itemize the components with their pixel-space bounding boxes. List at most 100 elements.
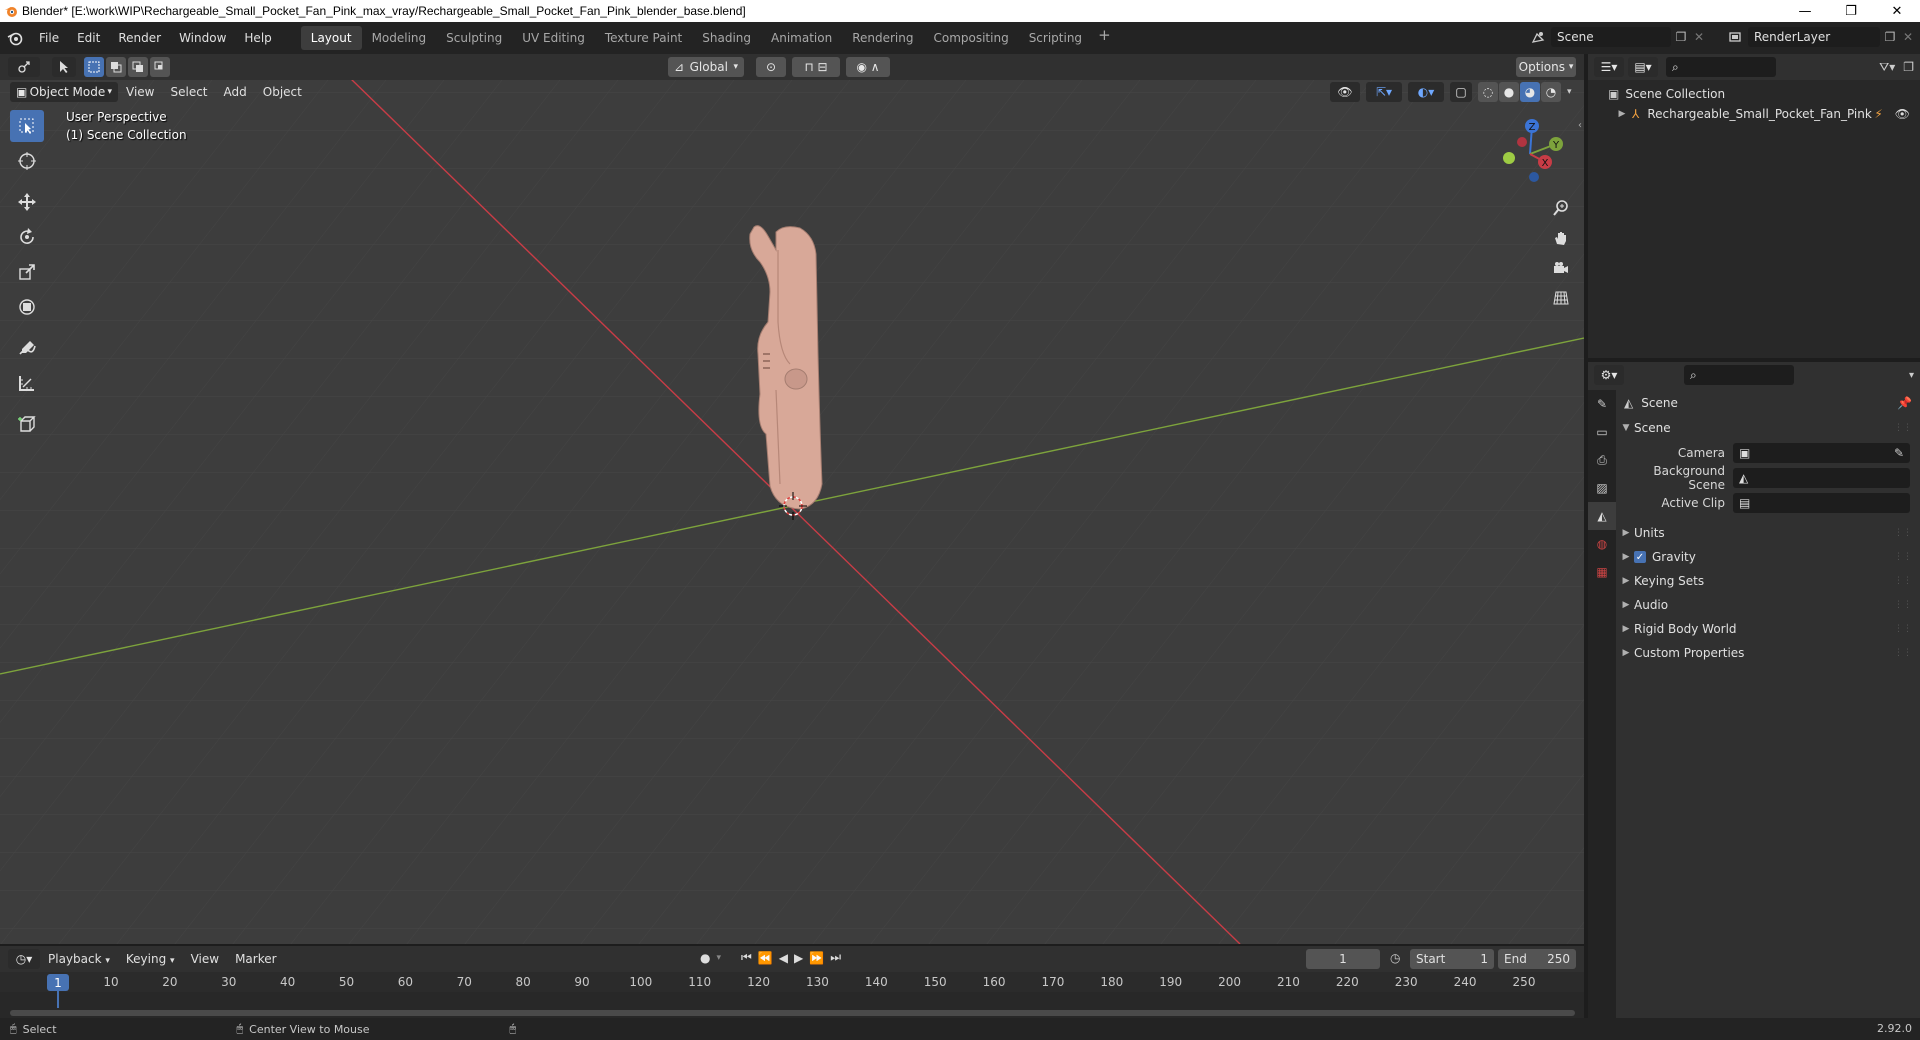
material-preview-shading-icon[interactable]: ◕ [1520, 82, 1540, 102]
custom-properties-panel-header[interactable]: ▶ Custom Properties ⋮⋮ [1618, 641, 1920, 665]
stopwatch-icon[interactable]: ◷ [1390, 951, 1400, 965]
outliner-item[interactable]: ▶ ⅄ Rechargeable_Small_Pocket_Fan_Pink ⚡… [1588, 104, 1920, 124]
solid-shading-icon[interactable]: ● [1499, 82, 1519, 102]
tool-tab-icon[interactable]: ✎ [1588, 390, 1616, 418]
new-renderlayer-icon[interactable]: ❐ [1880, 30, 1900, 44]
perspective-toggle-icon[interactable] [1546, 284, 1576, 312]
xray-toggle-icon[interactable]: ▢ [1450, 82, 1472, 102]
rendered-shading-icon[interactable]: ◔ [1541, 82, 1561, 102]
pan-hand-icon[interactable] [1546, 224, 1576, 252]
world-tab-icon[interactable]: ◍ [1588, 530, 1616, 558]
tab-compositing[interactable]: Compositing [923, 26, 1018, 50]
drag-handle-icon[interactable]: ⋮⋮ [1894, 624, 1912, 634]
select-new-icon[interactable] [84, 57, 104, 77]
timeline-menu-keying[interactable]: Keying ▾ [118, 952, 183, 966]
tab-sculpting[interactable]: Sculpting [436, 26, 512, 50]
new-collection-icon[interactable]: ❐ [1903, 60, 1914, 75]
tab-animation[interactable]: Animation [761, 26, 842, 50]
scene-selector[interactable]: Scene ❐ ✕ [1525, 26, 1707, 48]
measure-tool-icon[interactable] [10, 367, 44, 399]
outliner-search-input[interactable]: ⌕ [1666, 57, 1776, 77]
tab-texture-paint[interactable]: Texture Paint [595, 26, 692, 50]
neg-z-axis-handle[interactable] [1529, 172, 1539, 182]
view-layer-tab-icon[interactable]: ▨ [1588, 474, 1616, 502]
tab-uv-editing[interactable]: UV Editing [512, 26, 595, 50]
restore-button[interactable]: ❐ [1828, 0, 1874, 22]
select-tool-icon[interactable] [52, 57, 76, 77]
menu-help[interactable]: Help [235, 26, 280, 50]
renderlayer-selector[interactable]: RenderLayer ❐ ✕ [1722, 26, 1916, 48]
neg-y-axis-handle[interactable] [1503, 152, 1515, 164]
rotate-tool-icon[interactable] [10, 221, 44, 253]
timeline-editor-type-icon[interactable]: ◷▾ [8, 949, 40, 969]
scene-panel-header[interactable]: ▼ Scene ⋮⋮ [1618, 416, 1920, 440]
play-reverse-icon[interactable]: ◀ [779, 951, 788, 965]
mode-dropdown[interactable]: ▣ Object Mode ▾ [10, 82, 118, 102]
pin-icon[interactable]: 📌 [1897, 396, 1912, 410]
visibility-eye-icon[interactable]: 👁 [1330, 82, 1360, 102]
delete-renderlayer-icon[interactable]: ✕ [1900, 30, 1916, 44]
drag-handle-icon[interactable]: ⋮⋮ [1894, 528, 1912, 538]
navigation-gizmo[interactable]: Z Y X [1490, 114, 1570, 194]
jump-to-prev-keyframe-icon[interactable]: ⏪ [758, 951, 773, 965]
sidebar-toggle-chevron-icon[interactable]: ‹ [1578, 120, 1582, 131]
options-button[interactable]: Options ▾ [1516, 57, 1576, 77]
wireframe-shading-icon[interactable]: ◌ [1478, 82, 1498, 102]
select-extend-icon[interactable] [106, 57, 126, 77]
render-tab-icon[interactable]: ▭ [1588, 418, 1616, 446]
viewport-menu-add[interactable]: Add [216, 85, 255, 99]
properties-search-input[interactable]: ⌕ [1684, 365, 1794, 385]
record-keyframe-icon[interactable]: ● [700, 951, 710, 965]
properties-options-chevron-icon[interactable]: ▾ [1909, 370, 1914, 381]
jump-to-start-icon[interactable]: ⏮ [741, 950, 752, 965]
snap-icon[interactable]: ⊓ ⊟ [792, 57, 840, 77]
visibility-eye-icon[interactable]: 👁 [1895, 107, 1910, 121]
scene-name-field[interactable]: Scene [1551, 27, 1671, 47]
display-mode-icon[interactable]: ▤▾ [1628, 57, 1658, 77]
annotate-tool-icon[interactable] [10, 332, 44, 364]
expand-triangle-icon[interactable]: ▶ [1614, 109, 1630, 119]
start-frame-field[interactable]: Start 1 [1410, 949, 1494, 969]
3d-viewport[interactable]: ⊿ Global ▾ ⊙ ⊓ ⊟ ◉ ∧ Options ▾ ▣ Object … [0, 54, 1584, 944]
select-box-tool-icon[interactable] [10, 110, 44, 142]
move-tool-icon[interactable] [10, 186, 44, 218]
menu-window[interactable]: Window [170, 26, 235, 50]
gizmo-toggle-icon[interactable]: ⇱▾ [1366, 82, 1402, 102]
jump-to-end-icon[interactable]: ⏭ [830, 950, 841, 965]
neg-x-axis-handle[interactable] [1517, 137, 1527, 147]
rigid-body-world-panel-header[interactable]: ▶ Rigid Body World ⋮⋮ [1618, 617, 1920, 641]
outliner-scene-collection[interactable]: ▣ Scene Collection [1588, 84, 1920, 104]
output-tab-icon[interactable]: ⎙ [1588, 446, 1616, 474]
filter-icon[interactable]: ⛛▾ [1879, 60, 1895, 75]
blender-menu-icon[interactable] [0, 30, 30, 46]
outliner-editor-type-icon[interactable]: ☰▾ [1594, 57, 1624, 77]
drag-handle-icon[interactable]: ⋮⋮ [1894, 576, 1912, 586]
editor-type-icon[interactable] [8, 57, 40, 77]
camera-view-icon[interactable] [1546, 254, 1576, 282]
timeline-menu-view[interactable]: View [183, 952, 227, 966]
keying-sets-panel-header[interactable]: ▶ Keying Sets ⋮⋮ [1618, 569, 1920, 593]
select-subtract-icon[interactable] [128, 57, 148, 77]
timeline-menu-marker[interactable]: Marker [227, 952, 284, 966]
close-button[interactable]: ✕ [1874, 0, 1920, 22]
eyedropper-icon[interactable]: ✎ [1894, 446, 1904, 460]
timeline-scrollbar[interactable] [10, 1010, 1575, 1016]
end-frame-field[interactable]: End 250 [1498, 949, 1576, 969]
overlay-toggle-icon[interactable]: ◐▾ [1408, 82, 1444, 102]
timeline-ruler[interactable]: 1 10 20 30 40 50 60 70 80 90 100 110 120 130 140 150 160… [0, 972, 1584, 992]
camera-field[interactable]: ▣ ✎ [1733, 442, 1910, 463]
drag-handle-icon[interactable]: ⋮⋮ [1894, 600, 1912, 610]
menu-render[interactable]: Render [109, 26, 170, 50]
menu-file[interactable]: File [30, 26, 68, 50]
tab-scripting[interactable]: Scripting [1019, 26, 1092, 50]
texture-tab-icon[interactable]: ▦ [1588, 558, 1616, 586]
minimize-button[interactable]: — [1782, 0, 1828, 22]
viewport-menu-view[interactable]: View [118, 85, 162, 99]
properties-editor-type-icon[interactable]: ⚙▾ [1594, 365, 1624, 385]
audio-panel-header[interactable]: ▶ Audio ⋮⋮ [1618, 593, 1920, 617]
current-frame-field[interactable]: 1 [1306, 949, 1380, 969]
gravity-panel-header[interactable]: ▶ ✓ Gravity ⋮⋮ [1618, 545, 1920, 569]
new-scene-icon[interactable]: ❐ [1671, 30, 1691, 44]
tab-modeling[interactable]: Modeling [362, 26, 437, 50]
scale-tool-icon[interactable] [10, 256, 44, 288]
